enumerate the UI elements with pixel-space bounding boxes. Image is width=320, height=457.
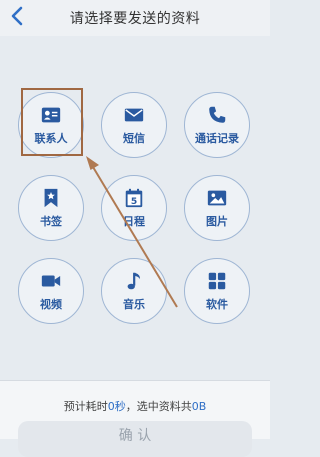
- item-label-schedule: 日程: [123, 215, 145, 228]
- item-label-call-log: 通话记录: [195, 132, 239, 145]
- estimated-time: 0秒: [107, 400, 126, 413]
- item-label-videos: 视频: [40, 298, 62, 311]
- estimate-prefix: 预计耗时: [63, 400, 108, 413]
- calendar-day-number: 5: [131, 196, 137, 207]
- confirm-button[interactable]: 确 认: [18, 421, 252, 457]
- item-bookmarks[interactable]: 书签: [18, 175, 84, 241]
- item-music[interactable]: 音乐: [101, 258, 167, 324]
- calendar-icon: 5: [125, 188, 143, 208]
- item-schedule[interactable]: 5 日程: [101, 175, 167, 241]
- item-label-apps: 软件: [206, 298, 228, 311]
- item-label-sms: 短信: [123, 132, 145, 145]
- item-sms[interactable]: 短信: [101, 92, 167, 158]
- item-pictures[interactable]: 图片: [184, 175, 250, 241]
- bookmark-icon: [44, 188, 58, 208]
- estimate-middle: ，选中资料共: [125, 400, 192, 413]
- apps-grid-icon: [208, 272, 226, 290]
- estimate-text: 预计耗时0秒，选中资料共0B: [0, 398, 270, 414]
- item-label-bookmarks: 书签: [40, 215, 62, 228]
- phone-icon: [209, 106, 226, 123]
- item-label-pictures: 图片: [206, 215, 228, 228]
- image-icon: [207, 190, 227, 206]
- item-videos[interactable]: 视频: [18, 258, 84, 324]
- item-apps[interactable]: 软件: [184, 258, 250, 324]
- item-call-log[interactable]: 通话记录: [184, 92, 250, 158]
- item-label-contacts: 联系人: [34, 132, 68, 145]
- contact-card-icon: [41, 107, 61, 123]
- envelope-icon: [124, 108, 144, 122]
- selected-size: 0B: [191, 400, 207, 413]
- data-type-grid: 联系人 短信 通话记录 书签 5 日程 图片 视频 音乐 软件: [0, 0, 270, 438]
- item-contacts[interactable]: 联系人: [18, 92, 84, 158]
- item-label-music: 音乐: [123, 298, 145, 311]
- video-camera-icon: [41, 275, 61, 287]
- footer-bar: 预计耗时0秒，选中资料共0B 确 认: [0, 380, 270, 457]
- music-note-icon: [127, 272, 140, 290]
